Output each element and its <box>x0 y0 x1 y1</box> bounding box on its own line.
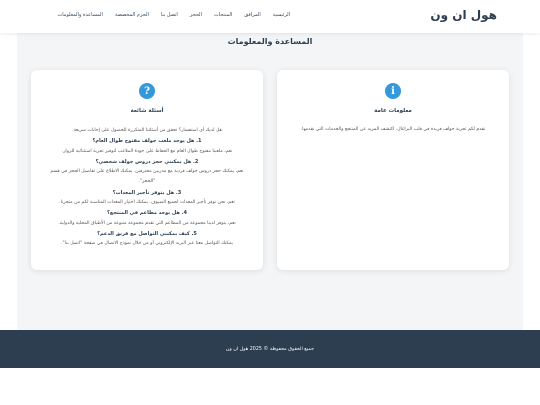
faq-question: 2. هل يمكنني حجز دروس جولف شخصي؟ <box>95 158 199 165</box>
general-info-title: معلومات عامة <box>374 108 412 114</box>
navbar: هول ان ون الرئيسية المرافق المنتجات الحج… <box>0 0 540 33</box>
faq-question: 5. كيف يمكنني التواصل مع فريق الدعم؟ <box>97 230 197 237</box>
brand-logo[interactable]: هول ان ون <box>430 8 497 22</box>
faq-answer: نعم، يمكنك حجز دروس جولف فردية مع مدربين… <box>50 169 244 185</box>
nav-link-facilities[interactable]: المرافق <box>244 12 261 18</box>
nav-link-booking[interactable]: الحجز <box>190 12 202 18</box>
faq-answer: يمكنك التواصل معنا عبر البريد الإلكتروني… <box>61 241 233 247</box>
footer-copyright: جميع الحقوق محفوظة © 2025 هول ان ون <box>225 346 315 352</box>
faq-list: هل لديك أي استفسار؟ تحقق من أسئلتنا المت… <box>43 126 251 250</box>
faq-intro: هل لديك أي استفسار؟ تحقق من أسئلتنا المت… <box>72 128 222 133</box>
nav-links: الرئيسية المرافق المنتجات الحجز اتصل بنا… <box>58 12 290 18</box>
page-title: المساعدة والمعلومات <box>227 37 313 46</box>
general-info-card: i معلومات عامة نقدم لكم تجربة جولف فريدة… <box>277 70 509 270</box>
info-icon: i <box>385 83 401 99</box>
faq-question: 3. هل يتوفر تأجير المعدات؟ <box>112 189 182 196</box>
nav-link-home[interactable]: الرئيسية <box>273 12 290 18</box>
faq-title: أسئلة شائعة <box>130 108 164 114</box>
nav-link-help[interactable]: المساعدة والمعلومات <box>58 12 103 18</box>
faq-answer: نعم، نحن نوفر تأجير المعدات لجميع الضيوف… <box>59 200 235 206</box>
footer: جميع الحقوق محفوظة © 2025 هول ان ون <box>0 330 540 368</box>
nav-link-products[interactable]: المنتجات <box>214 12 232 18</box>
general-info-text: نقدم لكم تجربة جولف فريدة في قلب البزاغا… <box>300 127 486 132</box>
faq-card: ? أسئلة شائعة هل لديك أي استفسار؟ تحقق م… <box>31 70 263 270</box>
question-icon: ? <box>139 83 155 99</box>
nav-link-packages[interactable]: الحزم المخصصة <box>115 12 149 18</box>
nav-link-contact[interactable]: اتصل بنا <box>161 12 178 18</box>
faq-answer: نعم، ملعبنا مفتوح طوال العام مع الحفاظ ع… <box>61 148 233 154</box>
faq-question: 4. هل يوجد مطاعم في المنتجع؟ <box>107 210 187 217</box>
faq-question: 1. هل يوجد ملعب جولف مفتوح طوال العام؟ <box>92 138 202 145</box>
faq-answer: نعم، يتوفر لدينا مجموعة من المطاعم التي … <box>58 220 236 226</box>
